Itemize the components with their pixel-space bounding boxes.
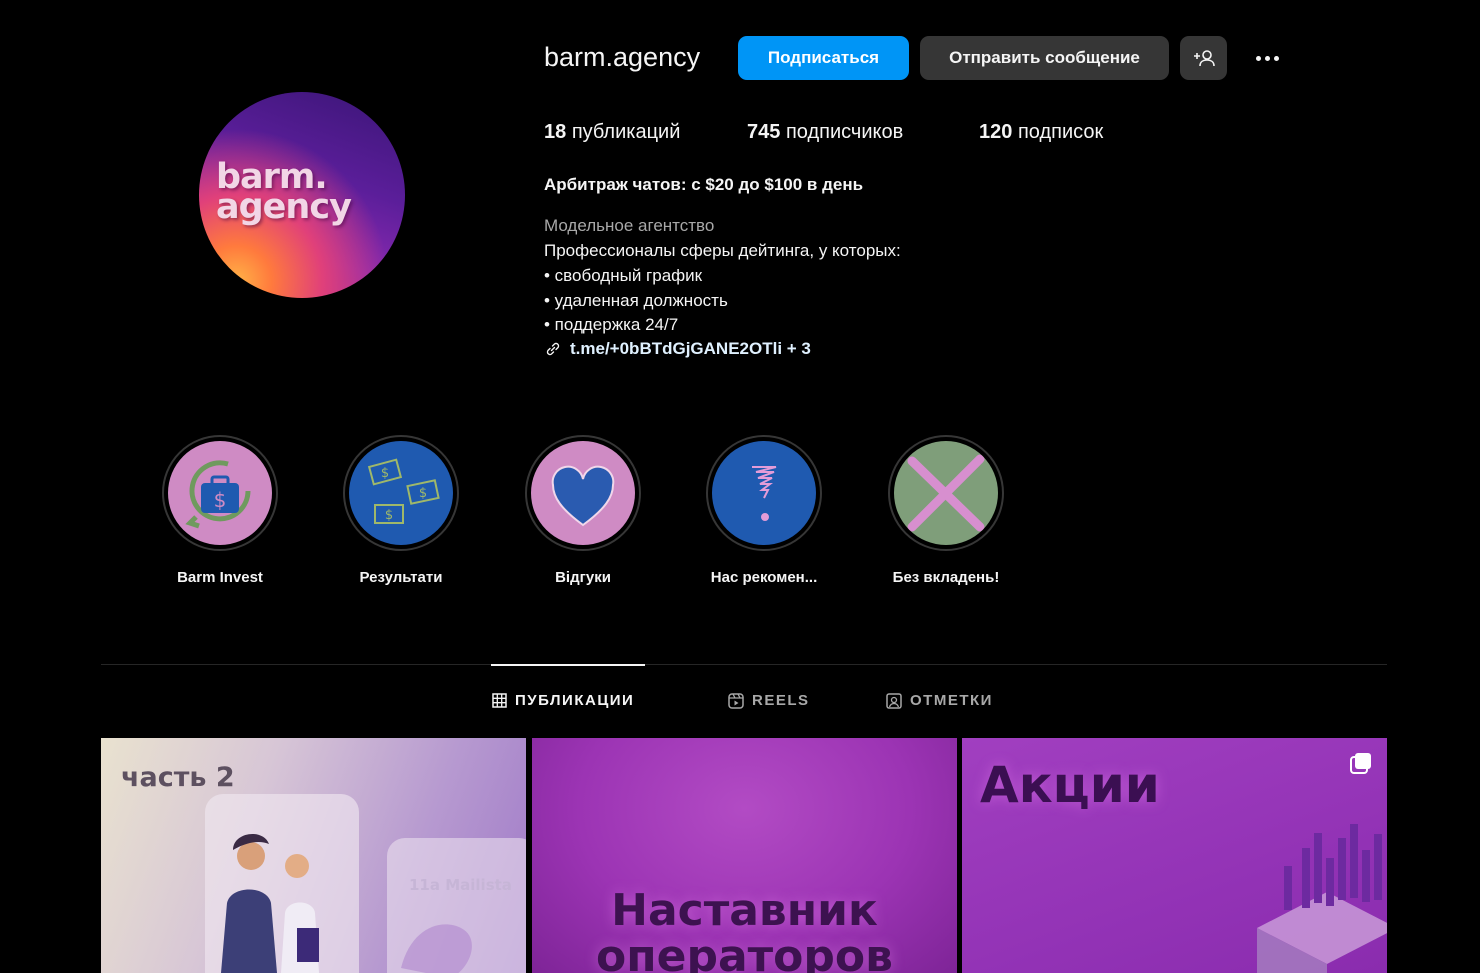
- svg-text:$: $: [381, 466, 389, 481]
- tabs-divider: [101, 664, 1387, 665]
- highlight-label[interactable]: Результати: [311, 569, 491, 586]
- bio-link-text[interactable]: t.me/+0bBTdGjGANE2OTli + 3: [570, 339, 811, 359]
- highlight-reviews[interactable]: [525, 435, 641, 551]
- highlight-barm-invest[interactable]: $: [162, 435, 278, 551]
- profile-username: barm.agency: [544, 42, 701, 72]
- tab-posts-label: ПУБЛИКАЦИИ: [515, 692, 635, 709]
- dot-icon: [1273, 55, 1279, 61]
- following-count-stat[interactable]: 120 подписок: [979, 121, 1103, 144]
- highlight-label[interactable]: Нас рекомен...: [674, 569, 854, 586]
- profile-avatar[interactable]: barm. agency: [199, 92, 405, 298]
- active-tab-indicator: [491, 664, 645, 666]
- highlight-label[interactable]: Barm Invest: [130, 569, 310, 586]
- follow-button[interactable]: Подписаться: [738, 36, 909, 80]
- bio-line: • поддержка 24/7: [544, 315, 679, 334]
- followers-count-stat[interactable]: 745 подписчиков: [747, 121, 903, 144]
- money-bills-icon: $ $ $: [367, 458, 440, 524]
- suggest-similar-button[interactable]: [1180, 36, 1227, 80]
- reels-icon: [728, 692, 744, 709]
- briefcase-dollar-icon: $: [185, 460, 251, 529]
- post-title: Наставник операторов: [596, 885, 893, 973]
- svg-text:$: $: [385, 508, 393, 523]
- tab-tagged-label: ОТМЕТКИ: [910, 692, 993, 709]
- bio-category: Модельное агентство: [544, 216, 715, 235]
- highlight-results[interactable]: $ $ $: [343, 435, 459, 551]
- exclamation-icon: [752, 466, 777, 521]
- tab-tagged[interactable]: ОТМЕТКИ: [886, 692, 993, 709]
- bio-line: • свободный график: [544, 266, 703, 285]
- posts-count-stat: 18 публикаций: [544, 121, 681, 143]
- bio-title: Арбитраж чатов: с $20 до $100 в день: [544, 175, 864, 194]
- highlight-recommend[interactable]: [706, 435, 822, 551]
- tab-posts[interactable]: ПУБЛИКАЦИИ: [492, 692, 634, 709]
- highlight-no-investment[interactable]: [888, 435, 1004, 551]
- isometric-city-illustration: [1257, 824, 1387, 973]
- svg-text:$: $: [419, 486, 427, 501]
- phone-illustration: [205, 794, 526, 973]
- bio-line: Профессионалы сферы дейтинга, у которых:: [544, 241, 901, 260]
- cross-icon: [907, 454, 985, 532]
- bio-link[interactable]: t.me/+0bBTdGjGANE2OTli + 3: [544, 339, 811, 359]
- more-options-button[interactable]: [1250, 47, 1284, 69]
- tab-reels[interactable]: REELS: [728, 692, 810, 709]
- post-tile[interactable]: часть 2 11a Mailista: [101, 738, 526, 973]
- add-person-icon: [1193, 50, 1215, 67]
- dot-icon: [1255, 55, 1261, 61]
- tagged-person-icon: [886, 692, 902, 709]
- bio-line: • удаленная должность: [544, 291, 728, 310]
- highlight-label[interactable]: Відгуки: [493, 569, 673, 586]
- post-subtitle: 11a Mailista: [409, 876, 512, 894]
- svg-text:$: $: [214, 488, 227, 512]
- link-icon: [546, 342, 560, 356]
- heart-icon: [551, 465, 615, 527]
- dot-icon: [1264, 55, 1270, 61]
- highlight-label[interactable]: Без вкладень!: [856, 569, 1036, 586]
- tab-reels-label: REELS: [752, 692, 810, 709]
- grid-icon: [492, 693, 507, 708]
- post-tile[interactable]: Наставник операторов: [532, 738, 957, 973]
- avatar-logo-text: barm. agency: [216, 157, 352, 227]
- post-tile[interactable]: Акции: [962, 738, 1387, 973]
- send-message-button[interactable]: Отправить сообщение: [920, 36, 1169, 80]
